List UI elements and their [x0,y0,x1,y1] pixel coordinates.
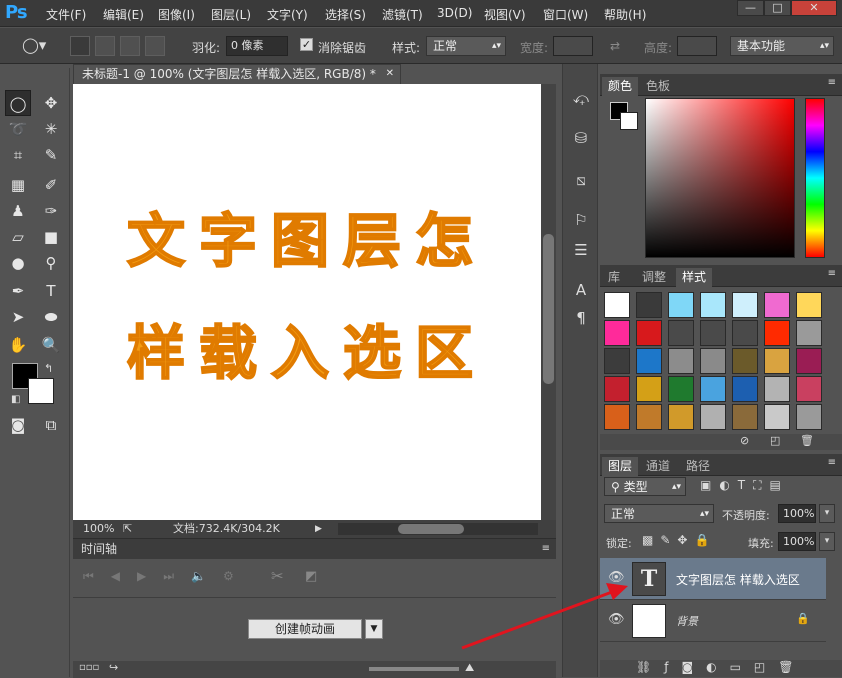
annotation-arrow [461,583,628,650]
